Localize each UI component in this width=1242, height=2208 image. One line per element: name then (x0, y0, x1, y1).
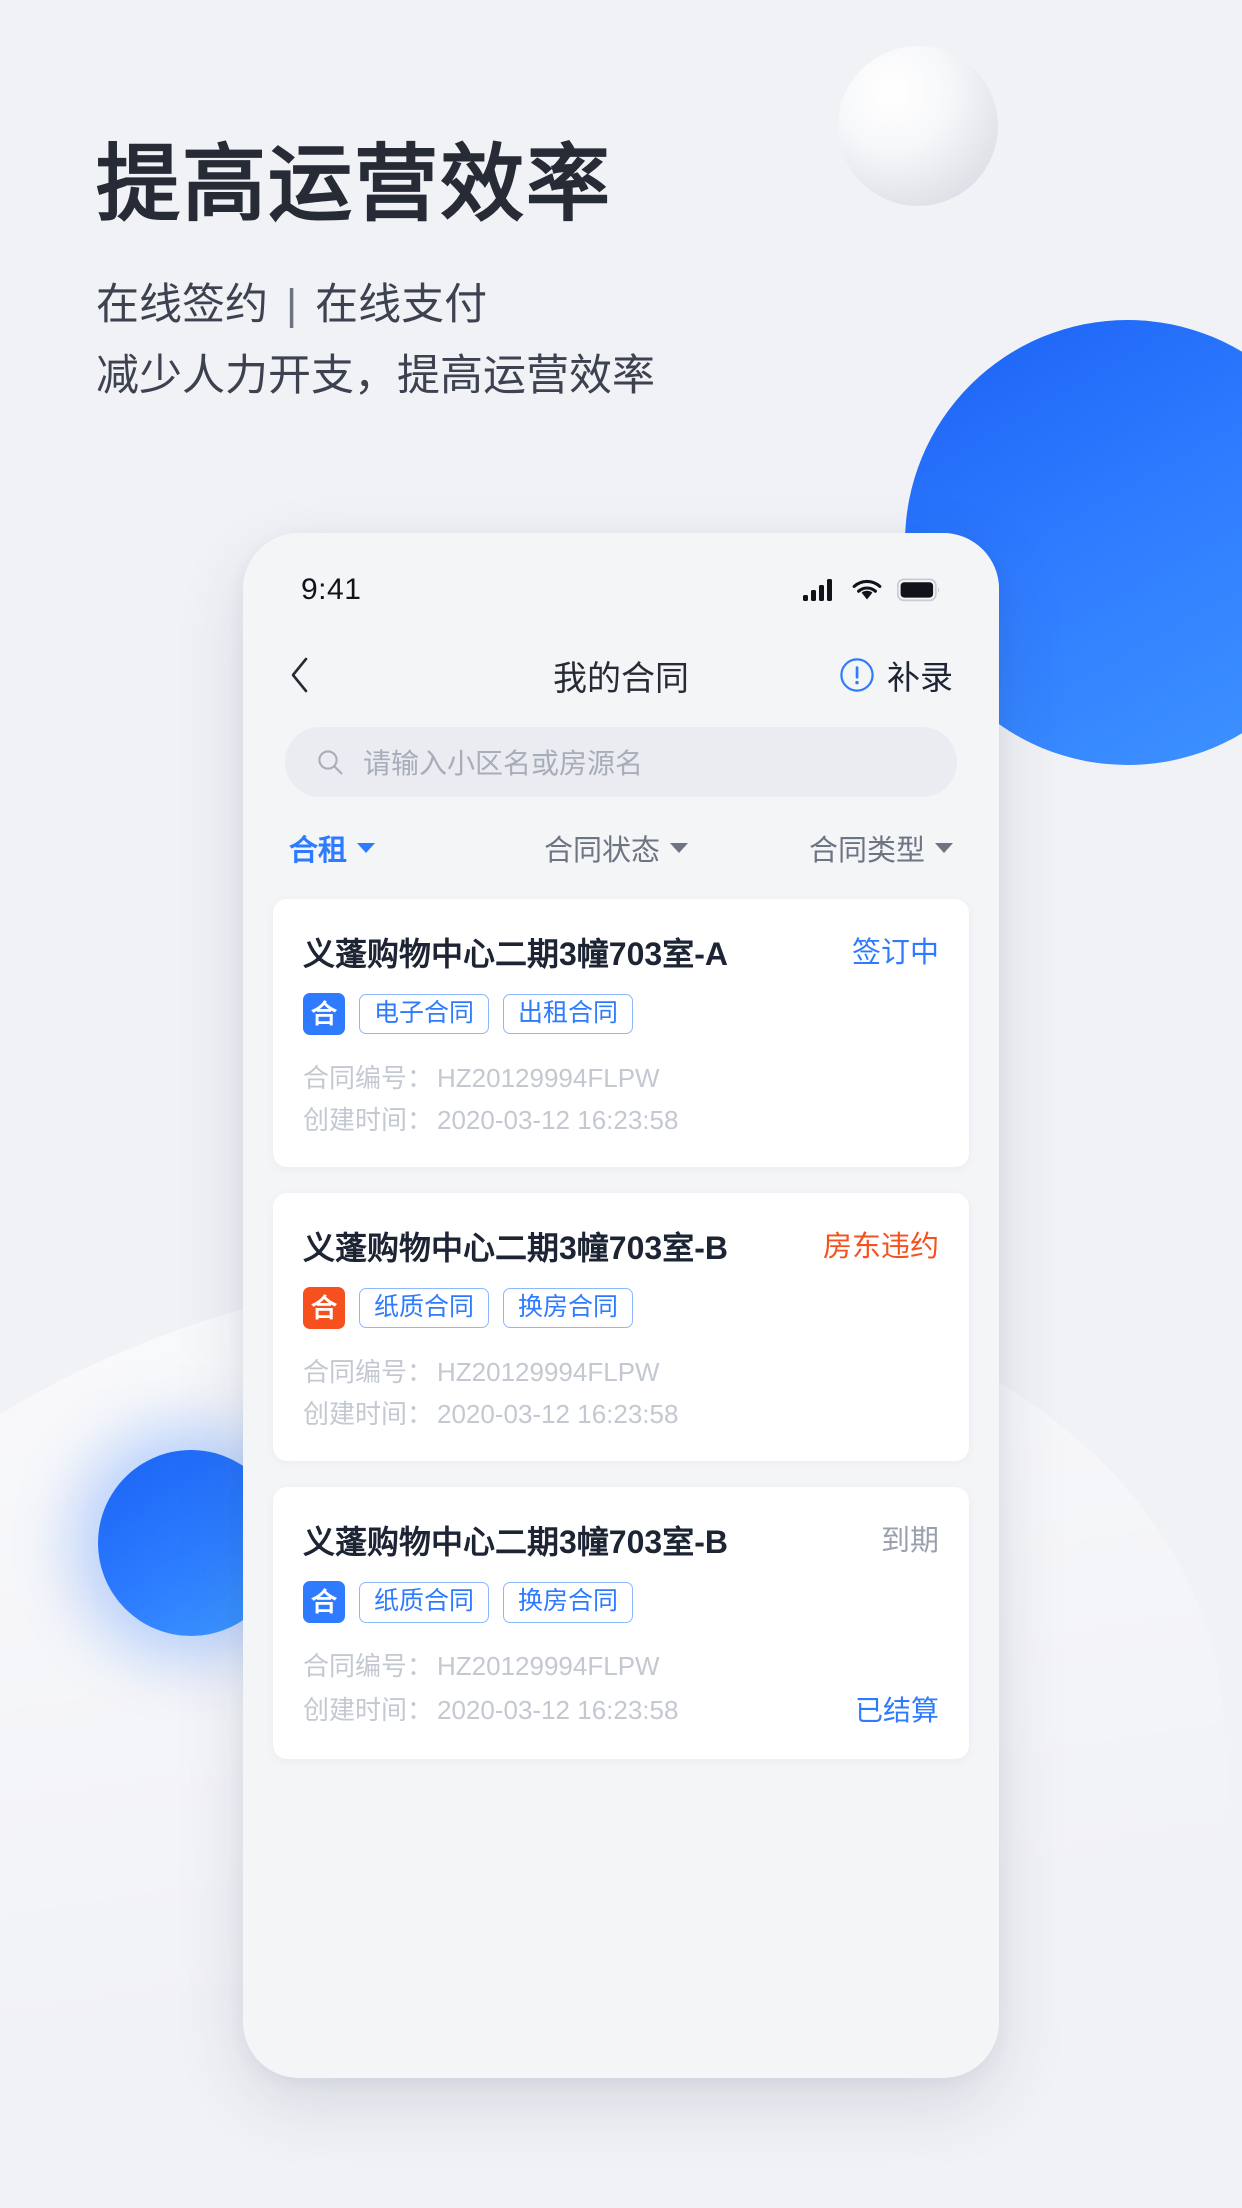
table-row[interactable]: 义蓬购物中心二期3幢703室-B 房东违约 合 纸质合同 换房合同 合同编号： … (273, 1193, 969, 1462)
hero-subline-2: 减少人力开支，提高运营效率 (96, 352, 655, 401)
hero-subline-left: 在线签约 (96, 281, 268, 330)
tag-item: 纸质合同 (359, 1287, 490, 1329)
chevron-down-icon (357, 843, 376, 853)
contract-number-value: HZ20129994FLPW (437, 1063, 660, 1093)
contract-number-line: 合同编号： HZ20129994FLPW (303, 1645, 939, 1687)
phone-mockup: 9:41 我的合同 补录 请输入小区名或房源名 合租 合同状态 合同类型 义蓬购… (243, 533, 999, 2078)
status-badge: 签订中 (851, 937, 939, 969)
wifi-icon (852, 579, 882, 600)
hero-subline-right: 在线支付 (315, 281, 488, 330)
search-input[interactable]: 请输入小区名或房源名 (285, 727, 957, 797)
status-bar-time: 9:41 (301, 573, 362, 606)
contract-title: 义蓬购物中心二期3幢703室-B (303, 1230, 728, 1267)
created-at-label: 创建时间： (303, 1695, 434, 1726)
card-header: 义蓬购物中心二期3幢703室-B 到期 (303, 1517, 939, 1563)
filter-contract-type-label: 合同类型 (808, 835, 925, 867)
contract-type-icon: 合 (303, 993, 345, 1035)
back-button[interactable] (289, 656, 335, 694)
hero-text-block: 提高运营效率 在线签约 | 在线支付 减少人力开支，提高运营效率 (96, 137, 655, 410)
contract-number-label: 合同编号： (303, 1651, 434, 1682)
status-bar-icons (803, 578, 941, 602)
page-title: 提高运营效率 (96, 137, 613, 231)
settled-link[interactable]: 已结算 (855, 1688, 939, 1733)
status-bar: 9:41 (243, 533, 999, 629)
battery-icon (897, 578, 940, 602)
filter-rent-type-label: 合租 (289, 835, 348, 867)
nav-bar: 我的合同 补录 (243, 629, 999, 721)
status-badge: 到期 (880, 1525, 939, 1558)
created-at-text: 创建时间： 2020-03-12 16:23:58 (303, 1689, 678, 1731)
supplement-record-label: 补录 (887, 659, 953, 696)
hero-subline-1: 在线签约 | 在线支付 (96, 273, 655, 338)
created-at-line: 创建时间： 2020-03-12 16:23:58 (303, 1099, 939, 1141)
contract-type-icon: 合 (303, 1287, 345, 1330)
tag-item: 出租合同 (503, 993, 634, 1035)
search-section: 请输入小区名或房源名 (243, 721, 999, 797)
tag-row: 合 纸质合同 换房合同 (303, 1581, 939, 1624)
cellular-signal-icon (803, 579, 832, 601)
tag-row: 合 电子合同 出租合同 (303, 993, 939, 1035)
table-row[interactable]: 义蓬购物中心二期3幢703室-B 到期 合 纸质合同 换房合同 合同编号： HZ… (273, 1487, 969, 1759)
created-at-line: 创建时间： 2020-03-12 16:23:58 (303, 1393, 939, 1435)
decorative-sphere-grey (838, 46, 998, 206)
created-at-value: 2020-03-12 16:23:58 (437, 1105, 679, 1136)
contract-list: 义蓬购物中心二期3幢703室-A 签订中 合 电子合同 出租合同 合同编号： H… (243, 895, 999, 1759)
chevron-left-icon (291, 657, 308, 693)
created-at-value: 2020-03-12 16:23:58 (437, 1399, 679, 1430)
contract-number-value: HZ20129994FLPW (437, 1357, 660, 1388)
card-header: 义蓬购物中心二期3幢703室-B 房东违约 (303, 1223, 939, 1269)
tag-item: 纸质合同 (359, 1582, 490, 1623)
filter-contract-type[interactable]: 合同类型 (753, 827, 953, 869)
contract-number-label: 合同编号： (303, 1063, 434, 1093)
contract-type-icon: 合 (303, 1581, 345, 1624)
tag-item: 电子合同 (359, 993, 490, 1035)
filter-contract-status-label: 合同状态 (543, 835, 660, 867)
created-at-line: 创建时间： 2020-03-12 16:23:58 已结算 (303, 1688, 939, 1733)
card-meta: 合同编号： HZ20129994FLPW 创建时间： 2020-03-12 16:… (303, 1645, 939, 1732)
table-row[interactable]: 义蓬购物中心二期3幢703室-A 签订中 合 电子合同 出租合同 合同编号： H… (273, 899, 969, 1168)
card-header: 义蓬购物中心二期3幢703室-A 签订中 (303, 929, 939, 975)
tag-row: 合 纸质合同 换房合同 (303, 1287, 939, 1330)
contract-number-label: 合同编号： (303, 1357, 434, 1388)
card-meta: 合同编号： HZ20129994FLPW 创建时间： 2020-03-12 16… (303, 1351, 939, 1435)
contract-number-line: 合同编号： HZ20129994FLPW (303, 1057, 939, 1099)
chevron-down-icon (935, 843, 953, 853)
contract-title: 义蓬购物中心二期3幢703室-B (303, 1524, 728, 1561)
filter-rent-type[interactable]: 合租 (289, 827, 479, 869)
chevron-down-icon (670, 843, 688, 853)
search-icon (318, 750, 343, 775)
card-meta: 合同编号： HZ20129994FLPW 创建时间： 2020-03-12 16… (303, 1057, 939, 1141)
filter-contract-status[interactable]: 合同状态 (479, 827, 753, 869)
contract-title: 义蓬购物中心二期3幢703室-A (303, 936, 728, 972)
filter-bar: 合租 合同状态 合同类型 (243, 797, 999, 895)
created-at-value: 2020-03-12 16:23:58 (437, 1695, 679, 1726)
tag-item: 换房合同 (503, 1287, 634, 1329)
contract-number-value: HZ20129994FLPW (437, 1651, 660, 1682)
status-badge: 房东违约 (822, 1231, 939, 1264)
tag-item: 换房合同 (503, 1582, 634, 1623)
created-at-label: 创建时间： (303, 1399, 434, 1430)
created-at-label: 创建时间： (303, 1105, 434, 1136)
supplement-record-button[interactable]: 补录 (839, 651, 953, 699)
exclamation-circle-icon (840, 658, 874, 692)
search-placeholder: 请输入小区名或房源名 (363, 748, 644, 779)
contract-number-line: 合同编号： HZ20129994FLPW (303, 1351, 939, 1393)
hero-subline-divider: | (286, 281, 298, 330)
